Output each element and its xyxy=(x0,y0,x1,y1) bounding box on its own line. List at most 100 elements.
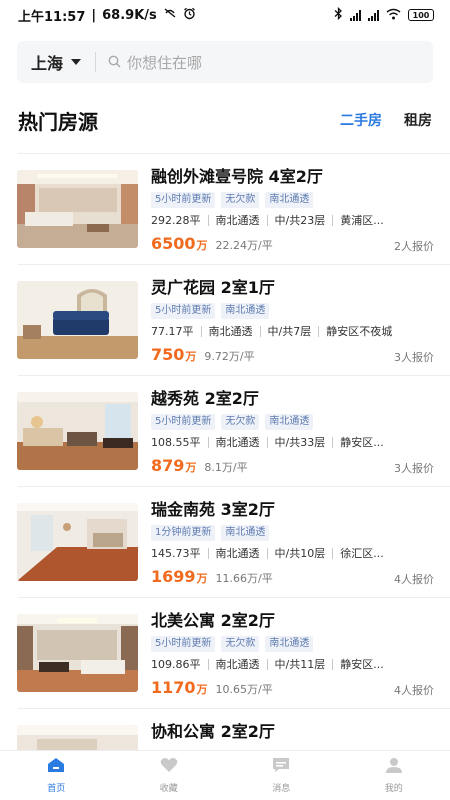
listing-quotes: 3人报价 xyxy=(394,351,434,364)
tab-messages[interactable]: 消息 xyxy=(225,751,338,800)
listing-unit-price: 22.24万/平 xyxy=(215,239,273,252)
listing-card[interactable]: 融创外滩壹号院 4室2厅 5小时前更新 无欠款 南北通透 292.28平 南北通… xyxy=(0,154,450,265)
listing-tags: 5小时前更新 无欠款 南北通透 xyxy=(151,414,434,430)
listing-tag: 1分钟前更新 xyxy=(151,525,216,541)
search-input[interactable]: 你想住在哪 xyxy=(96,41,433,83)
caret-down-icon xyxy=(71,59,82,65)
tab-home[interactable]: 首页 xyxy=(0,751,113,800)
listing-info: 融创外滩壹号院 4室2厅 5小时前更新 无欠款 南北通透 292.28平 南北通… xyxy=(151,166,434,254)
listing-specs: 109.86平 南北通透 中/共11层 静安区... xyxy=(151,657,434,673)
listing-area: 108.55平 xyxy=(151,436,201,449)
tab-second-hand[interactable]: 二手房 xyxy=(340,110,382,130)
listing-specs: 292.28平 南北通透 中/共23层 黄浦区... xyxy=(151,213,434,229)
search-icon xyxy=(108,53,121,72)
status-left: 上午11:57 | 68.9K/s xyxy=(18,6,196,25)
listing-tags: 5小时前更新 南北通透 xyxy=(151,303,434,319)
listing-price: 1699 xyxy=(151,567,196,586)
listing-area: 109.86平 xyxy=(151,658,201,671)
listing-tag: 5小时前更新 xyxy=(151,192,216,208)
listing-orientation: 南北通透 xyxy=(215,547,260,560)
listing-district: 黄浦区... xyxy=(340,214,384,227)
listing-card[interactable]: 越秀苑 2室2厅 5小时前更新 无欠款 南北通透 108.55平 南北通透 中/… xyxy=(0,376,450,487)
listing-tags: 5小时前更新 无欠款 南北通透 xyxy=(151,636,434,652)
listing-tag: 5小时前更新 xyxy=(151,303,216,319)
status-time: 上午11:57 xyxy=(18,9,86,25)
bluetooth-icon xyxy=(334,6,343,23)
listing-tag: 5小时前更新 xyxy=(151,414,216,430)
listing-floor: 中/共11层 xyxy=(274,658,326,671)
listing-price-unit: 万 xyxy=(196,572,208,585)
listing-area: 145.73平 xyxy=(151,547,201,560)
listing-price: 750 xyxy=(151,345,185,364)
listing-card[interactable]: 瑞金南苑 3室2厅 1分钟前更新 南北通透 145.73平 南北通透 中/共10… xyxy=(0,487,450,598)
alarm-icon xyxy=(183,7,196,24)
listing-floor: 中/共23层 xyxy=(274,214,326,227)
listing-district: 徐汇区... xyxy=(340,547,384,560)
listing-price-row: 1699 万 11.66万/平 4人报价 xyxy=(151,567,434,587)
listing-specs: 77.17平 南北通透 中/共7层 静安区不夜城 xyxy=(151,324,434,340)
listing-tag: 无欠款 xyxy=(221,414,260,430)
listing-orientation: 南北通透 xyxy=(215,214,260,227)
tab-rent[interactable]: 租房 xyxy=(404,110,432,130)
listing-tag: 南北通透 xyxy=(265,414,314,430)
listing-tag: 南北通透 xyxy=(221,303,270,319)
listing-photo xyxy=(17,614,138,692)
listing-info: 瑞金南苑 3室2厅 1分钟前更新 南北通透 145.73平 南北通透 中/共10… xyxy=(151,499,434,587)
listing-title: 瑞金南苑 3室2厅 xyxy=(151,500,275,519)
listing-tag: 无欠款 xyxy=(221,192,260,208)
message-icon xyxy=(272,757,290,777)
listing-unit-price: 9.72万/平 xyxy=(204,350,255,363)
signal-icon-1 xyxy=(350,9,361,21)
listing-tag: 南北通透 xyxy=(265,636,314,652)
listing-unit-price: 10.65万/平 xyxy=(215,683,273,696)
listing-list: 融创外滩壹号院 4室2厅 5小时前更新 无欠款 南北通透 292.28平 南北通… xyxy=(0,154,450,800)
listing-card[interactable]: 灵广花园 2室1厅 5小时前更新 南北通透 77.17平 南北通透 中/共7层 … xyxy=(0,265,450,376)
tab-label: 首页 xyxy=(47,784,66,794)
listing-price: 1170 xyxy=(151,678,196,697)
listing-quotes: 3人报价 xyxy=(394,462,434,475)
nfc-icon xyxy=(163,7,177,23)
listing-title: 融创外滩壹号院 4室2厅 xyxy=(151,167,323,186)
listing-unit-price: 8.1万/平 xyxy=(204,461,248,474)
listing-area: 77.17平 xyxy=(151,325,194,338)
listing-price-row: 879 万 8.1万/平 3人报价 xyxy=(151,456,434,476)
listing-info: 协和公寓 2室2厅 xyxy=(151,721,434,743)
status-separator: | xyxy=(91,7,97,23)
bottom-tab-bar: 首页 收藏 消息 我的 xyxy=(0,750,450,800)
listing-floor: 中/共10层 xyxy=(274,547,326,560)
listing-area: 292.28平 xyxy=(151,214,201,227)
listing-specs: 108.55平 南北通透 中/共33层 静安区... xyxy=(151,435,434,451)
section-title: 热门房源 xyxy=(18,109,98,134)
listing-district: 静安区不夜城 xyxy=(326,325,393,338)
listing-photo xyxy=(17,170,138,248)
listing-price-row: 750 万 9.72万/平 3人报价 xyxy=(151,345,434,365)
listing-orientation: 南北通透 xyxy=(215,658,260,671)
listing-info: 越秀苑 2室2厅 5小时前更新 无欠款 南北通透 108.55平 南北通透 中/… xyxy=(151,388,434,476)
listing-tags: 5小时前更新 无欠款 南北通透 xyxy=(151,192,434,208)
tab-favorites[interactable]: 收藏 xyxy=(113,751,226,800)
listing-district: 静安区... xyxy=(340,658,384,671)
listing-specs: 145.73平 南北通透 中/共10层 徐汇区... xyxy=(151,546,434,562)
listing-title: 协和公寓 2室2厅 xyxy=(151,722,275,741)
city-name: 上海 xyxy=(31,54,64,73)
listing-photo xyxy=(17,392,138,470)
listing-floor: 中/共33层 xyxy=(274,436,326,449)
listing-title: 灵广花园 2室1厅 xyxy=(151,278,275,297)
home-icon xyxy=(47,757,65,777)
battery-icon: 100 xyxy=(408,9,434,21)
listing-tag: 无欠款 xyxy=(221,636,260,652)
listing-price-unit: 万 xyxy=(196,239,208,252)
section-header: 热门房源 二手房 租房 xyxy=(18,102,432,138)
status-bar: 上午11:57 | 68.9K/s 100 xyxy=(0,0,450,30)
listing-price: 6500 xyxy=(151,234,196,253)
listing-quotes: 4人报价 xyxy=(394,684,434,697)
listing-info: 北美公寓 2室2厅 5小时前更新 无欠款 南北通透 109.86平 南北通透 中… xyxy=(151,610,434,698)
tab-profile[interactable]: 我的 xyxy=(338,751,450,800)
listing-card[interactable]: 北美公寓 2室2厅 5小时前更新 无欠款 南北通透 109.86平 南北通透 中… xyxy=(0,598,450,709)
listing-quotes: 2人报价 xyxy=(394,240,434,253)
listing-title: 越秀苑 2室2厅 xyxy=(151,389,259,408)
city-selector[interactable]: 上海 xyxy=(17,41,95,83)
listing-info: 灵广花园 2室1厅 5小时前更新 南北通透 77.17平 南北通透 中/共7层 … xyxy=(151,277,434,365)
wifi-icon xyxy=(386,8,401,23)
listing-title: 北美公寓 2室2厅 xyxy=(151,611,275,630)
